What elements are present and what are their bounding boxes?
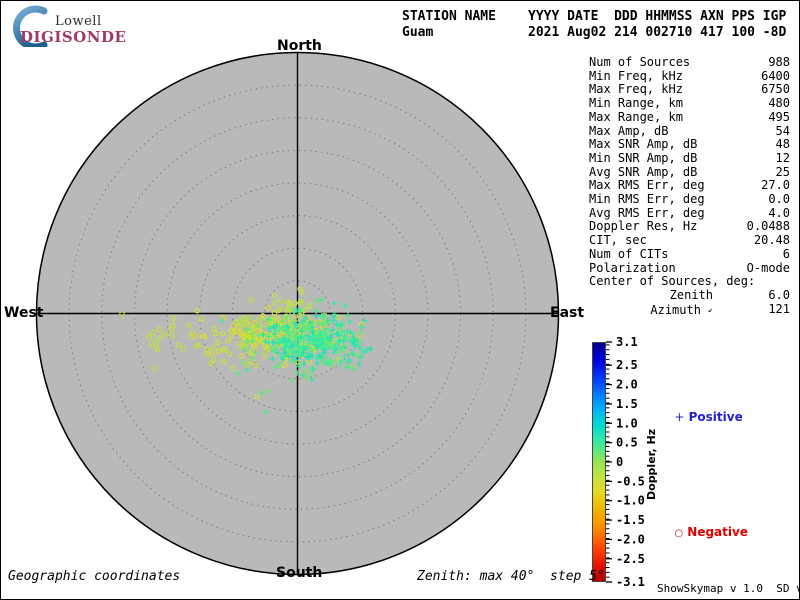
stats-row: Min RMS Err, deg 0.0 — [589, 192, 790, 207]
stats-label: Min Freq, kHz — [589, 68, 683, 83]
stats-center-header: Center of Sources, deg: — [589, 274, 756, 289]
compass-label-south: South — [276, 565, 323, 581]
stats-value: 12 — [775, 150, 790, 165]
plus-marker-icon: + — [674, 410, 685, 424]
stats-row: Azimuth ↙ 121 — [589, 301, 790, 318]
legend-negative: ○ Negative — [666, 511, 748, 539]
stats-value: 6.0 — [768, 287, 790, 302]
circle-marker-icon: ○ — [674, 528, 684, 539]
stats-row: Min Freq, kHz 6400 — [589, 68, 790, 84]
legend-positive-label: Positive — [688, 410, 743, 424]
colorbar-tick-label: 3.1 — [616, 335, 638, 349]
stats-value: 0.0 — [768, 192, 790, 207]
colorbar-tick-label: 0 — [616, 455, 623, 469]
footer-version: ShowSkymap v 1.0 SD v 5.1 — [657, 582, 800, 595]
stats-label: Num of CITs — [589, 246, 669, 261]
stats-label: Avg RMS Err, deg — [589, 205, 705, 220]
stats-value: 0.0488 — [746, 219, 790, 234]
colorbar-tick-label: -0.5 — [616, 474, 645, 488]
colorbar-tick-label: -2.5 — [616, 552, 645, 566]
stats-label: Polarization — [589, 260, 676, 275]
colorbar-tick-label: 1.0 — [616, 416, 638, 430]
header-station-value: Guam — [402, 25, 434, 40]
colorbar-tick-label: 2.0 — [616, 378, 638, 392]
stats-label: Max Freq, kHz — [589, 82, 683, 97]
stats-row: Avg RMS Err, deg 4.0 — [589, 205, 790, 221]
stats-row: Num of CITs 6 — [589, 246, 790, 262]
stats-panel: Num of Sources 988 Min Freq, kHz 6400 Max Fr… — [589, 55, 790, 318]
header-columns-value: 2021 Aug02 214 002710 417 100 -8D — [528, 25, 787, 40]
colorbar-tick-label: -1.0 — [616, 494, 645, 508]
stats-row: Max Range, km 495 — [589, 109, 790, 125]
stats-label: Min SNR Amp, dB — [589, 150, 698, 165]
legend-negative-label: Negative — [687, 525, 748, 539]
stats-value: 988 — [768, 55, 790, 69]
stats-label: Min Range, km — [589, 96, 683, 111]
stats-value: 25 — [775, 164, 790, 179]
stats-label: Zenith — [669, 287, 713, 302]
footer-zenith-scale: Zenith: max 40° step 5° — [417, 569, 605, 584]
stats-label: Max Amp, dB — [589, 123, 669, 138]
stats-row: Polarization O-mode — [589, 260, 790, 276]
logo-text-lowell: Lowell — [55, 14, 102, 29]
stats-row: Max Amp, dB 54 — [589, 123, 790, 139]
stats-label: Max Range, km — [589, 109, 683, 124]
colorbar-title: Doppler, Hz — [645, 428, 658, 500]
stats-row: Num of Sources 988 — [589, 55, 790, 70]
stats-value: 6750 — [761, 82, 790, 97]
colorbar-tick-label: -3.1 — [616, 575, 645, 589]
colorbar-tick-label: -2.0 — [616, 532, 645, 546]
doppler-colorbar — [592, 342, 606, 582]
stats-label: CIT, sec — [589, 233, 647, 248]
colorbar-tick-label: 1.5 — [616, 397, 638, 411]
stats-label: Max SNR Amp, dB — [589, 137, 698, 152]
stats-value: 495 — [768, 109, 790, 124]
stats-row: Max Freq, kHz 6750 — [589, 83, 790, 97]
header-columns-label: YYYY DATE DDD HHMMSS AXN PPS IGP — [528, 9, 787, 24]
stats-row: Max RMS Err, deg 27.0 — [589, 179, 790, 193]
stats-value: 6 — [782, 246, 790, 261]
stats-label: Num of Sources — [589, 55, 691, 69]
compass-label-north: North — [277, 38, 322, 54]
compass-label-east: East — [550, 305, 585, 321]
stats-value: 48 — [775, 137, 790, 152]
stats-label: Avg SNR Amp, dB — [589, 164, 698, 179]
stats-row: Max SNR Amp, dB 48 — [589, 138, 790, 152]
stats-value: 27.0 — [761, 178, 790, 193]
header-station-label: STATION NAME — [402, 9, 496, 24]
stats-row: Min SNR Amp, dB 12 — [589, 150, 790, 166]
legend-positive: + Positive — [666, 396, 743, 424]
stats-row: Doppler Res, Hz 0.0488 — [589, 220, 790, 234]
stats-value: 121 — [768, 301, 790, 316]
colorbar-tick-label: -1.5 — [616, 513, 645, 527]
stats-label: Min RMS Err, deg — [589, 192, 705, 207]
stats-value: 6400 — [761, 68, 790, 83]
stats-value: O-mode — [746, 260, 790, 275]
stats-value: 54 — [775, 123, 790, 138]
stats-value: 480 — [768, 96, 790, 111]
stats-label: Max RMS Err, deg — [589, 178, 705, 193]
logo-text-digisonde: DIGISONDE — [20, 28, 127, 46]
stats-row: Avg SNR Amp, dB 25 — [589, 164, 790, 180]
footer-coordinates: Geographic coordinates — [8, 569, 181, 584]
stats-label: Azimuth ↙ — [650, 302, 713, 317]
stats-value: 20.48 — [753, 233, 790, 248]
colorbar-tick-label: 0.5 — [616, 436, 638, 450]
azimuth-direction-icon: ↙ — [708, 304, 713, 314]
stats-row: Min Range, km 480 — [589, 96, 790, 111]
stats-label: Doppler Res, Hz — [589, 219, 698, 234]
lowell-digisonde-logo: Lowell DIGISONDE — [8, 5, 128, 51]
stats-row: Zenith 6.0 — [589, 287, 790, 303]
stats-value: 4.0 — [768, 205, 790, 220]
stats-row: CIT, sec 20.48 — [589, 233, 790, 248]
colorbar-tick-label: 2.5 — [616, 358, 638, 372]
compass-label-west: West — [4, 305, 44, 321]
